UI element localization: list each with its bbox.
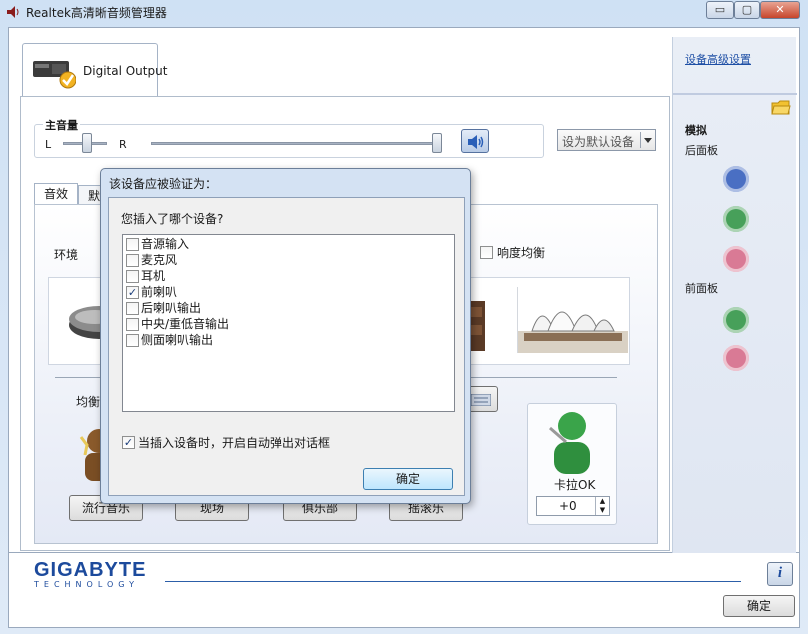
checkbox[interactable] [126, 318, 139, 331]
volume-track [151, 142, 441, 145]
option-label: 音源输入 [141, 237, 190, 251]
brand-sub: TECHNOLOGY [34, 580, 139, 589]
stepper-down-icon[interactable]: ▼ [595, 506, 609, 515]
info-icon: i [777, 565, 783, 581]
tab-sound-effects[interactable]: 音效 [34, 183, 78, 205]
chevron-down-icon [640, 132, 654, 148]
front-panel-label: 前面板 [685, 282, 718, 295]
checkbox[interactable] [126, 302, 139, 315]
option-label: 前喇叭 [141, 285, 178, 299]
auto-popup-option[interactable]: ✓ 当插入设备时，开启自动弹出对话框 [122, 434, 452, 450]
front-jack-green[interactable] [723, 307, 749, 333]
volume-slider[interactable] [432, 133, 442, 153]
back-jack-blue[interactable] [723, 166, 749, 192]
dialog-title: 该设备应被验证为： [109, 177, 218, 191]
front-jack-pink[interactable] [723, 345, 749, 371]
app-title: Realtek高清晰音频管理器 [26, 6, 167, 20]
environment-label: 环境 [54, 248, 79, 262]
device-list: 音源输入 麦克风 耳机 ✓ 前喇叭 后喇叭输出 中央/重低音输出 侧面喇叭输出 [122, 234, 455, 412]
brand-name: GIGABYTE [34, 559, 147, 581]
auto-popup-label: 当插入设备时，开启自动弹出对话框 [138, 436, 331, 450]
karaoke-value: +0 [559, 499, 577, 513]
digital-output-device-icon [32, 58, 77, 90]
close-button[interactable]: ✕ [760, 1, 800, 19]
default-device-dropdown[interactable]: 设为默认设备 [557, 129, 656, 151]
folder-icon[interactable] [771, 98, 791, 119]
tab-digital-output[interactable]: Digital Output [22, 43, 167, 97]
title-bar: Realtek高清晰音频管理器 ▭ ▢ ✕ [0, 0, 808, 24]
speaker-volume-icon [466, 133, 486, 154]
back-jack-green[interactable] [723, 206, 749, 232]
footer-divider [165, 581, 741, 582]
dialog-ok-button[interactable]: 确定 [363, 468, 453, 490]
back-panel-label: 后面板 [685, 144, 718, 157]
checkbox[interactable] [126, 270, 139, 283]
maximize-button[interactable]: ▢ [734, 1, 760, 19]
checkbox-checked[interactable]: ✓ [126, 286, 139, 299]
advanced-settings-separator [673, 93, 797, 95]
karaoke-person-icon [546, 408, 592, 474]
balance-slider[interactable] [82, 133, 92, 153]
environment-opera-image[interactable] [517, 287, 628, 353]
back-jack-pink[interactable] [723, 246, 749, 272]
analog-label: 模拟 [685, 124, 707, 137]
info-button[interactable]: i [767, 562, 793, 586]
loudness-label: 响度均衡 [497, 246, 546, 260]
mute-button[interactable] [461, 129, 489, 153]
main-ok-button[interactable]: 确定 [723, 595, 795, 617]
connector-panel: 设备高级设置 模拟 后面板 前面板 [672, 37, 797, 555]
balance-right-label: R [119, 138, 127, 151]
option-label: 后喇叭输出 [141, 301, 202, 315]
advanced-settings-link[interactable]: 设备高级设置 [685, 51, 751, 67]
gigabyte-logo: GIGABYTE TECHNOLOGY [34, 559, 146, 589]
balance-left-label: L [45, 138, 52, 151]
checkbox[interactable] [126, 238, 139, 251]
dialog-question: 您插入了哪个设备? [121, 212, 224, 226]
option-label: 中央/重低音输出 [141, 317, 230, 331]
tab-label: Digital Output [83, 64, 168, 78]
option-label: 耳机 [141, 269, 166, 283]
karaoke-label: 卡拉OK [554, 478, 596, 492]
checkbox[interactable] [126, 334, 139, 347]
default-device-label: 设为默认设备 [562, 135, 635, 149]
loudness-checkbox[interactable] [480, 246, 493, 259]
option-label: 侧面喇叭输出 [141, 333, 214, 347]
karaoke-panel: 卡拉OK +0 ▲ ▼ [527, 403, 617, 525]
main-volume-label: 主音量 [43, 117, 80, 133]
speaker-icon [6, 5, 20, 19]
checkbox[interactable] [126, 254, 139, 267]
option-label: 麦克风 [141, 253, 178, 267]
karaoke-stepper[interactable]: +0 ▲ ▼ [536, 496, 610, 516]
keyboard-icon [470, 393, 492, 409]
minimize-button[interactable]: ▭ [706, 1, 734, 19]
footer: GIGABYTE TECHNOLOGY i 确定 [8, 553, 800, 628]
auto-popup-checkbox[interactable]: ✓ [122, 436, 135, 449]
main-volume-group: 主音量 L R [34, 117, 544, 158]
device-verify-dialog: 该设备应被验证为： 您插入了哪个设备? 音源输入 麦克风 耳机 ✓ 前喇叭 后喇叭… [100, 168, 471, 504]
stepper-up-icon[interactable]: ▲ [595, 497, 609, 506]
dialog-body: 您插入了哪个设备? 音源输入 麦克风 耳机 ✓ 前喇叭 后喇叭输出 中央/重低音输… [108, 197, 465, 496]
